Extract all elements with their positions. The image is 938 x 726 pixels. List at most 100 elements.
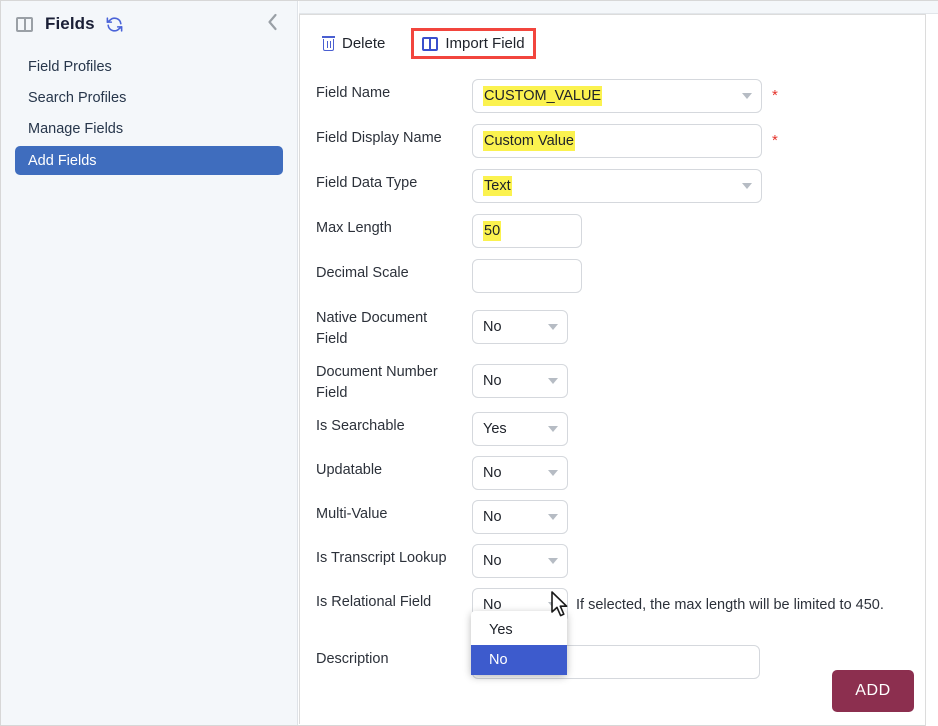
field-name-select[interactable]: CUSTOM_VALUE: [472, 79, 762, 113]
max-length-value: 50: [483, 221, 502, 241]
main-panel: Delete Import Field Field Name CUSTOM_VA…: [299, 14, 925, 724]
native-document-field-value: No: [483, 319, 502, 335]
required-marker: *: [772, 87, 778, 104]
sidebar-item-search-profiles[interactable]: Search Profiles: [15, 84, 283, 111]
chevron-down-icon: [548, 324, 558, 330]
is-searchable-control: Yes: [472, 412, 568, 446]
add-field-form: Field Name CUSTOM_VALUE * Field Display …: [316, 79, 916, 679]
document-number-field-label: Document Number Field: [316, 358, 472, 404]
form-row-field-data-type: Field Data Type Text: [316, 169, 916, 203]
chevron-down-icon: [548, 426, 558, 432]
is-transcript-lookup-value: No: [483, 553, 502, 569]
field-display-name-control: Custom Value: [472, 124, 762, 158]
dropdown-option-label: No: [489, 652, 508, 668]
page-title: Fields: [45, 14, 95, 33]
chevron-down-icon: [742, 93, 752, 99]
form-row-field-display-name: Field Display Name Custom Value *: [316, 124, 916, 158]
delete-button[interactable]: Delete: [316, 31, 391, 56]
sidebar: Fields Field Profiles Search Profiles Ma…: [1, 1, 298, 725]
dropdown-option-yes[interactable]: Yes: [471, 615, 567, 645]
document-number-field-label-line1: Document Number: [316, 364, 438, 380]
updatable-label: Updatable: [316, 462, 383, 478]
dropdown-option-label: Yes: [489, 622, 513, 638]
is-relational-field-dropdown-menu[interactable]: Yes No: [471, 611, 567, 675]
form-row-multi-value: Multi-Value No: [316, 500, 916, 534]
form-row-updatable: Updatable No: [316, 456, 916, 490]
is-searchable-value: Yes: [483, 421, 507, 437]
document-number-field-value: No: [483, 373, 502, 389]
right-strip: [925, 14, 938, 726]
sidebar-item-label: Search Profiles: [28, 89, 127, 106]
top-strip: [299, 1, 938, 14]
updatable-value: No: [483, 465, 502, 481]
delete-button-label: Delete: [342, 35, 386, 52]
max-length-input[interactable]: 50: [472, 214, 582, 248]
is-relational-field-label: Is Relational Field: [316, 594, 432, 610]
panel-columns-icon: [422, 36, 439, 51]
native-document-field-label-line1: Native Document: [316, 310, 428, 326]
multi-value-control: No: [472, 500, 568, 534]
native-document-field-label: Native Document Field: [316, 304, 472, 350]
updatable-control: No: [472, 456, 568, 490]
is-transcript-lookup-control: No: [472, 544, 568, 578]
form-row-max-length: Max Length 50: [316, 214, 916, 248]
import-field-button[interactable]: Import Field: [411, 28, 536, 59]
chevron-down-icon: [548, 602, 558, 608]
field-data-type-control: Text: [472, 169, 762, 203]
import-field-button-label: Import Field: [445, 35, 525, 52]
chevron-down-icon: [548, 514, 558, 520]
panel-columns-icon: [16, 16, 33, 32]
sidebar-item-label: Manage Fields: [28, 120, 124, 137]
is-searchable-label: Is Searchable: [316, 418, 405, 434]
field-data-type-select[interactable]: Text: [472, 169, 762, 203]
field-name-control: CUSTOM_VALUE: [472, 79, 762, 113]
native-document-field-control: No: [472, 310, 568, 344]
form-row-description: Description: [316, 645, 916, 679]
form-row-is-searchable: Is Searchable Yes: [316, 412, 916, 446]
add-button[interactable]: ADD: [832, 670, 914, 712]
is-transcript-lookup-select[interactable]: No: [472, 544, 568, 578]
document-number-field-control: No: [472, 364, 568, 398]
form-row-field-name: Field Name CUSTOM_VALUE *: [316, 79, 916, 113]
is-searchable-select[interactable]: Yes: [472, 412, 568, 446]
dropdown-option-no[interactable]: No: [471, 645, 567, 675]
field-name-label: Field Name: [316, 85, 391, 101]
field-data-type-value: Text: [483, 176, 512, 196]
decimal-scale-label: Decimal Scale: [316, 265, 409, 281]
form-row-decimal-scale: Decimal Scale: [316, 259, 916, 293]
trash-icon: [322, 36, 335, 51]
field-display-name-value: Custom Value: [483, 131, 575, 151]
updatable-select[interactable]: No: [472, 456, 568, 490]
sidebar-item-add-fields[interactable]: Add Fields: [15, 146, 283, 175]
refresh-icon[interactable]: [105, 15, 124, 34]
form-row-is-relational-field: Is Relational Field No If selected, the …: [316, 588, 916, 622]
native-document-field-select[interactable]: No: [472, 310, 568, 344]
chevron-left-icon[interactable]: [260, 10, 285, 38]
native-document-field-label-line2: Field: [316, 331, 348, 347]
chevron-down-icon: [548, 470, 558, 476]
sidebar-nav: Field Profiles Search Profiles Manage Fi…: [1, 53, 297, 175]
sidebar-header: Fields: [1, 1, 297, 47]
multi-value-select[interactable]: No: [472, 500, 568, 534]
max-length-label: Max Length: [316, 220, 392, 236]
field-name-value: CUSTOM_VALUE: [483, 86, 603, 106]
app-window: Fields Field Profiles Search Profiles Ma…: [0, 0, 938, 726]
field-display-name-label: Field Display Name: [316, 130, 442, 146]
multi-value-value: No: [483, 509, 502, 525]
field-data-type-label: Field Data Type: [316, 175, 418, 191]
field-display-name-input[interactable]: Custom Value: [472, 124, 762, 158]
sidebar-item-label: Field Profiles: [28, 58, 112, 75]
document-number-field-select[interactable]: No: [472, 364, 568, 398]
sidebar-item-label: Add Fields: [28, 152, 97, 169]
toolbar: Delete Import Field: [316, 28, 536, 59]
decimal-scale-control: [472, 259, 582, 293]
document-number-field-label-line2: Field: [316, 385, 348, 401]
description-label: Description: [316, 651, 389, 667]
required-marker: *: [772, 132, 778, 149]
multi-value-label: Multi-Value: [316, 506, 388, 522]
is-transcript-lookup-label: Is Transcript Lookup: [316, 550, 447, 566]
max-length-control: 50: [472, 214, 582, 248]
sidebar-item-manage-fields[interactable]: Manage Fields: [15, 115, 283, 142]
decimal-scale-input[interactable]: [472, 259, 582, 293]
sidebar-item-field-profiles[interactable]: Field Profiles: [15, 53, 283, 80]
